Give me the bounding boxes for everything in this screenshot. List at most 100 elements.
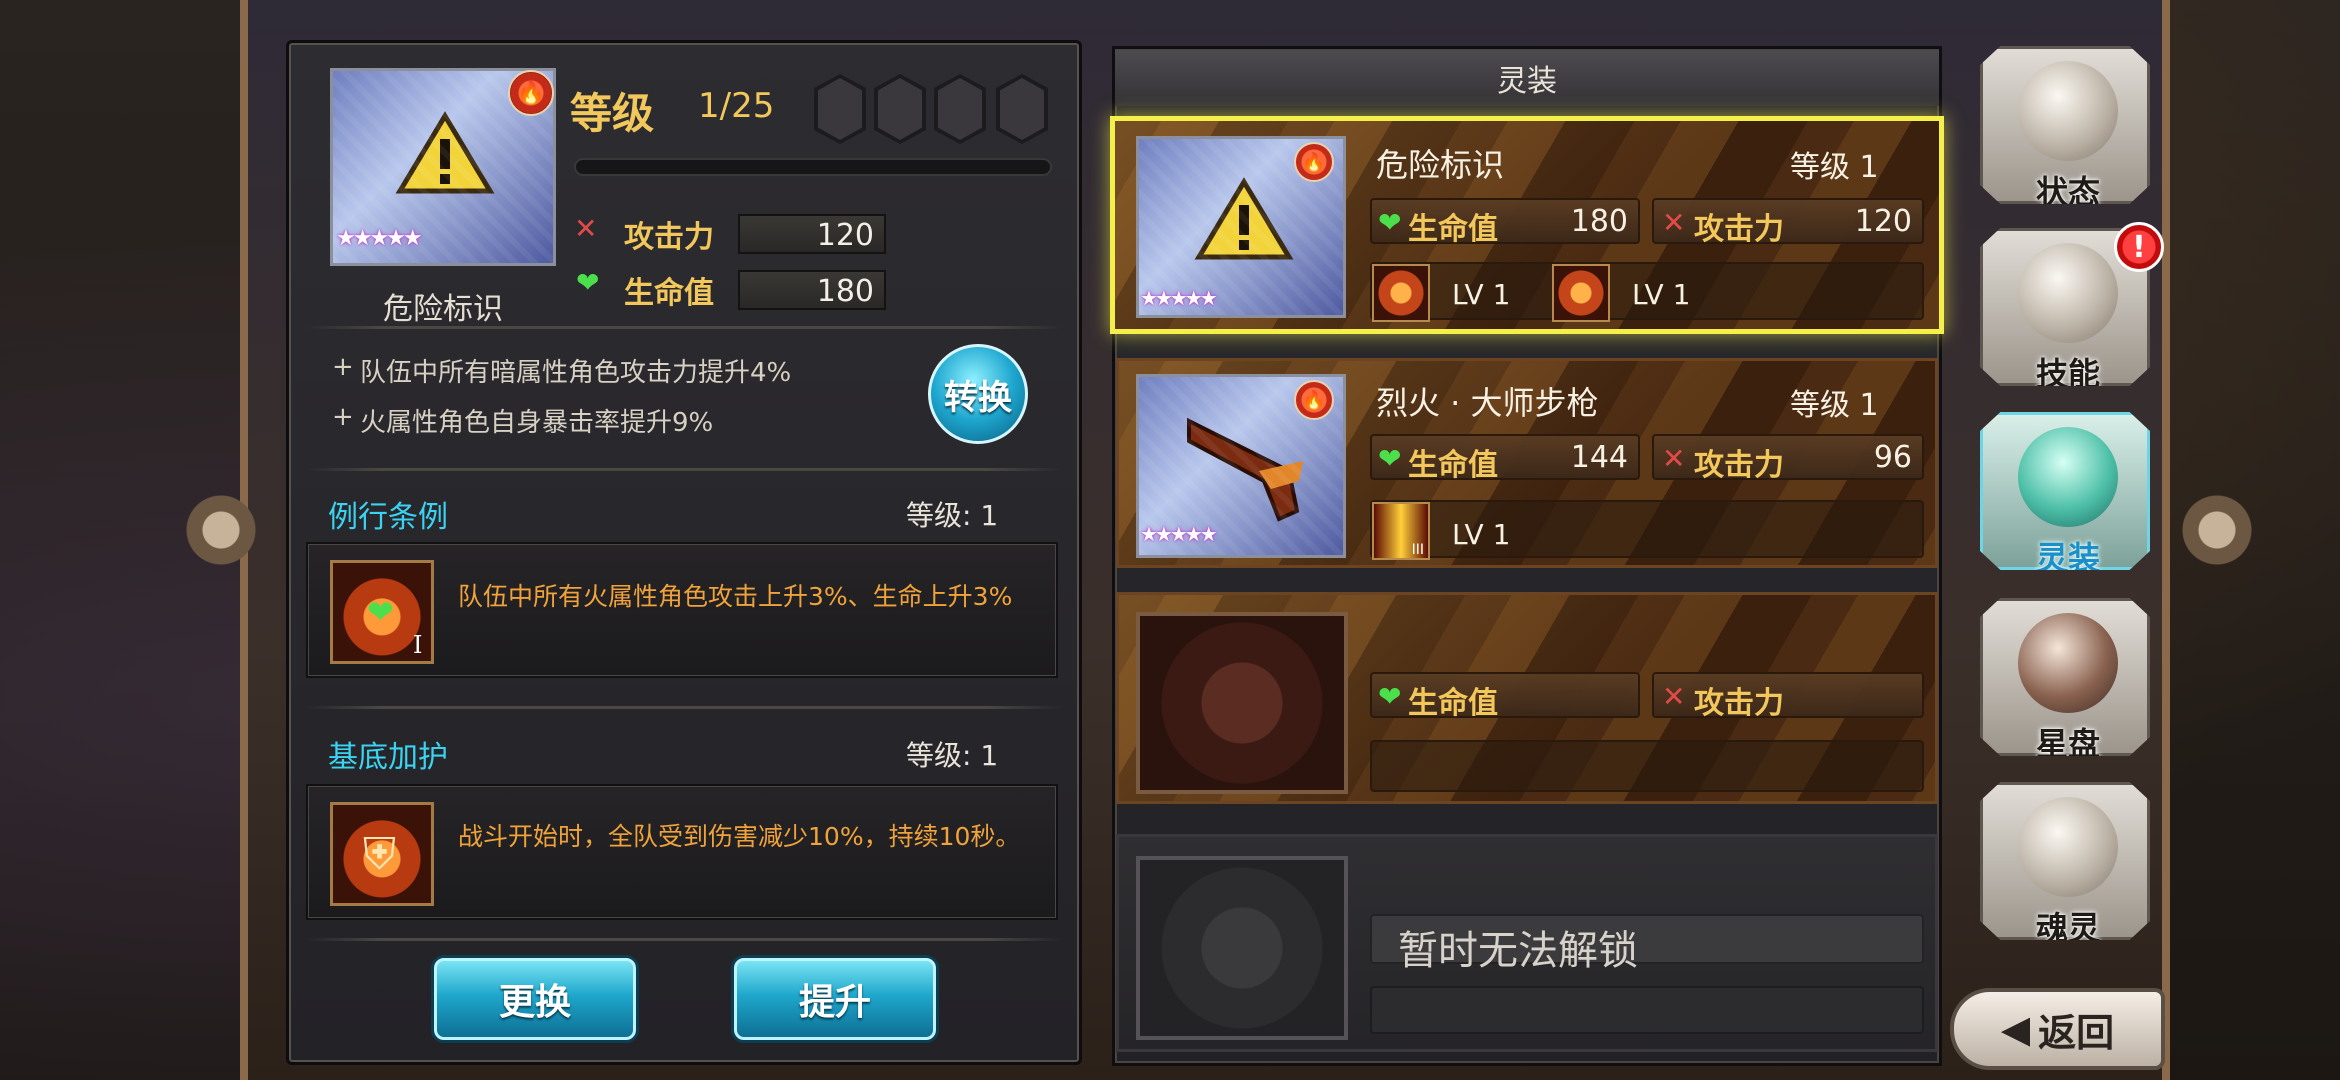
shield-icon: ⛨ [363, 829, 396, 880]
slot-name: 烈火 · 大师步枪 [1376, 384, 1599, 422]
hex-slot [874, 74, 926, 144]
warning-sign-icon [395, 111, 495, 201]
locked-text: 暂时无法解锁 [1398, 928, 1638, 974]
rarity-stars: ★★★★★ [1140, 522, 1218, 546]
skill-title: 例行条例 [328, 500, 448, 535]
crossed-swords-icon: ✕ [1662, 206, 1686, 239]
hp-value: 180 [1570, 204, 1628, 239]
fire-element-icon: 🔥 [1294, 142, 1334, 182]
slot-hp-bar: ❤ 生命值 [1370, 672, 1640, 721]
divider [306, 326, 1062, 329]
skill-rank-roman: I [413, 631, 423, 659]
hp-value: 144 [1570, 440, 1628, 475]
replace-button[interactable]: 更换 [434, 958, 636, 1040]
hp-label: 生命值 [1408, 212, 1498, 247]
divider [306, 938, 1062, 941]
level-label: 等级 [570, 89, 655, 138]
bonus-line: 队伍中所有暗属性角色攻击力提升4% [360, 358, 792, 388]
locked-bar: 暂时无法解锁 [1370, 914, 1924, 974]
hp-bar: 180 [738, 270, 886, 310]
fire-element-icon: 🔥 [1294, 380, 1334, 420]
skill-icon-shield [1552, 264, 1610, 322]
hex-slot [996, 74, 1048, 144]
heart-icon: ❤ [1378, 206, 1402, 239]
atk-value: 96 [1873, 440, 1912, 475]
crossed-swords-icon: ✕ [1662, 442, 1686, 475]
skill-rank-roman: III [1411, 542, 1424, 558]
slot-name: 危险标识 [1376, 146, 1505, 184]
atk-label: 攻击力 [1694, 686, 1784, 721]
rarity-stars: ★★★★★ [336, 226, 423, 251]
panel-header: 灵装 [1115, 50, 1939, 106]
atk-value: 120 [1854, 204, 1912, 239]
rifle-icon [1179, 401, 1309, 531]
heart-icon: ❤ [367, 593, 394, 631]
hp-value: 180 [816, 274, 874, 309]
slot-skills-bar [1370, 740, 1924, 792]
frame-ornament-right [2172, 470, 2262, 590]
bonus-line: 火属性角色自身暴击率提升9% [360, 408, 714, 438]
heart-icon: ❤ [1378, 680, 1402, 713]
crossed-swords-icon: ✕ [1662, 680, 1686, 713]
nav-star-chart[interactable]: 星盘 [1980, 598, 2150, 756]
nav-equipment[interactable]: 灵装 [1980, 412, 2150, 570]
slot-level: 等级 1 [1790, 388, 1879, 423]
skill-lv: LV 1 [1452, 518, 1511, 551]
exp-progress-bar [574, 158, 1052, 176]
rose-icon [2018, 61, 2118, 161]
slot-hp-bar: ❤ 生命值 144 [1370, 434, 1640, 483]
back-label: 返回 [2038, 1010, 2115, 1055]
divider [306, 468, 1062, 471]
crossed-swords-icon: ✕ [574, 212, 598, 245]
skill-lv: LV 1 [1452, 278, 1511, 311]
skill-description: 队伍中所有火属性角色攻击上升3%、生命上升3% [458, 582, 1013, 611]
empty-slot-frame [1136, 612, 1348, 794]
book-icon [2018, 797, 2118, 897]
heart-icon: ❤ [1378, 442, 1402, 475]
nav-soul[interactable]: 魂灵 [1980, 782, 2150, 940]
skill-title: 基底加护 [328, 740, 448, 775]
skill-level: 等级: 1 [906, 739, 999, 772]
back-button[interactable]: ◀ 返回 [1950, 988, 2165, 1070]
skill-icon-hearts: ❤ I [330, 560, 434, 664]
convert-button[interactable]: 转换 [928, 344, 1028, 444]
skill-description: 战斗开始时，全队受到伤害减少10%，持续10秒。 [458, 822, 1021, 851]
hp-label: 生命值 [624, 276, 714, 311]
alert-icon: ! [2114, 222, 2164, 272]
orb-icon [2018, 613, 2118, 713]
attack-value: 120 [816, 218, 874, 253]
locked-bar [1370, 986, 1924, 1034]
hex-slot [814, 74, 866, 144]
attack-bar: 120 [738, 214, 886, 254]
slot-atk-bar: ✕ 攻击力 [1652, 672, 1924, 721]
divider [306, 706, 1062, 709]
attack-label: 攻击力 [624, 220, 714, 255]
level-value: 1/25 [698, 86, 775, 126]
skill-icon-flame: III [1372, 502, 1430, 560]
hex-slot [934, 74, 986, 144]
rarity-stars: ★★★★★ [1140, 286, 1218, 310]
fire-element-icon: 🔥 [508, 70, 554, 116]
plus-icon: + [332, 402, 354, 432]
atk-label: 攻击力 [1694, 448, 1784, 483]
slot-atk-bar: ✕ 攻击力 120 [1652, 198, 1924, 247]
arrow-left-icon: ◀ [2000, 1007, 2031, 1051]
upgrade-button[interactable]: 提升 [734, 958, 936, 1040]
hp-label: 生命值 [1408, 448, 1498, 483]
plus-icon: + [332, 352, 354, 382]
atk-label: 攻击力 [1694, 212, 1784, 247]
skill-level: 等级: 1 [906, 499, 999, 532]
heart-icon: ❤ [576, 266, 600, 299]
nav-status[interactable]: 状态 [1980, 46, 2150, 204]
skill-icon-shield: ⛨ [330, 802, 434, 906]
equipment-name: 危险标识 [383, 292, 503, 327]
slot-level: 等级 1 [1790, 150, 1879, 185]
slot-atk-bar: ✕ 攻击力 96 [1652, 434, 1924, 483]
warning-sign-icon [1194, 177, 1294, 267]
fleur-icon [2018, 243, 2118, 343]
skill-lv: LV 1 [1632, 278, 1691, 311]
skill-icon-hearts [1372, 264, 1430, 322]
locked-slot-frame [1136, 856, 1348, 1040]
crystal-icon [2018, 427, 2118, 527]
frame-ornament-left [176, 470, 266, 590]
